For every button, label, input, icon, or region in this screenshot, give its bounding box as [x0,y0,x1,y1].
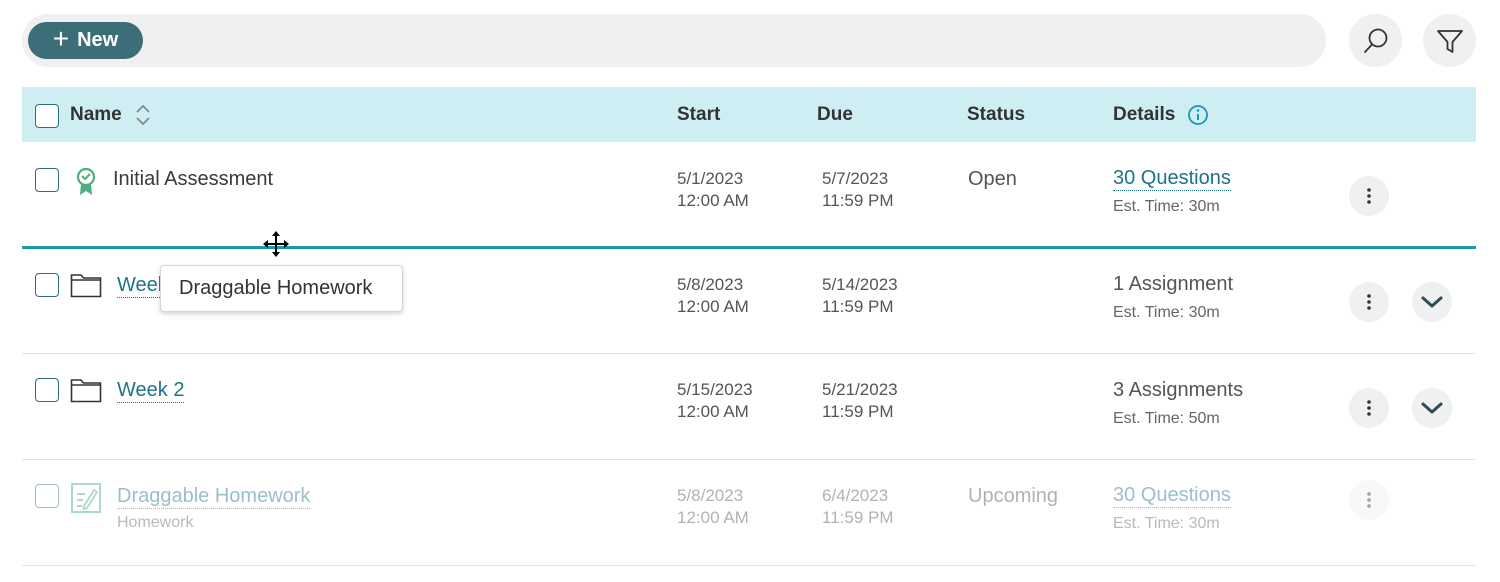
homework-icon [70,482,102,519]
row-menu-button[interactable] [1349,480,1389,520]
week-1-link[interactable]: Weel [117,274,163,298]
row-menu-button[interactable] [1349,388,1389,428]
kebab-icon [1367,294,1371,310]
row-checkbox[interactable] [35,168,59,192]
details-cell: 30 Questions Est. Time: 30m [1113,167,1231,216]
drop-indicator [22,246,1476,249]
info-icon[interactable] [1187,104,1209,126]
toolbar: + New [22,14,1326,67]
questions-link[interactable]: 30 Questions [1113,484,1231,508]
table-header: Name Start Due Status Details [22,87,1476,142]
details-cell: 30 Questions Est. Time: 30m [1113,484,1231,533]
assignment-count: 1 Assignment [1113,273,1234,295]
est-time: Est. Time: 50m [1113,410,1220,427]
row-title: Draggable Homework Homework [117,485,311,532]
header-details: Details [1113,87,1209,142]
kebab-icon [1367,400,1371,416]
kebab-icon [1367,492,1371,508]
row-menu-button[interactable] [1349,282,1389,322]
row-checkbox[interactable] [35,273,59,297]
header-name[interactable]: Name [70,87,152,142]
row-title: Initial Assessment [113,168,274,190]
est-time: Est. Time: 30m [1113,198,1220,215]
assignment-count: 3 Assignments [1113,379,1244,401]
start-date: 5/8/2023 12:00 AM [677,486,749,527]
row-divider [22,459,1476,460]
folder-icon [70,272,102,303]
row-title: Week 2 [117,379,185,403]
filter-button[interactable] [1423,14,1476,67]
row-checkbox[interactable] [35,378,59,402]
new-button-label: New [77,29,119,51]
search-icon [1363,28,1387,53]
chevron-down-icon [1421,402,1443,414]
due-date: 5/7/2023 11:59 PM [822,169,894,210]
plus-icon: + [52,23,70,54]
details-cell: 1 Assignment Est. Time: 30m [1113,273,1233,322]
status-text: Open [968,168,1017,190]
header-status: Status [967,103,1026,125]
header-start: Start [677,103,721,125]
week-2-link[interactable]: Week 2 [117,379,185,403]
row-divider [22,353,1476,354]
details-cell: 3 Assignments Est. Time: 50m [1113,379,1243,428]
due-date: 5/21/2023 11:59 PM [822,380,898,421]
questions-link[interactable]: 30 Questions [1113,167,1231,191]
move-cursor-icon [263,231,289,262]
assessment-badge-icon [74,166,98,203]
status-text: Upcoming [968,485,1059,507]
expand-button[interactable] [1412,282,1452,322]
row-title: Weel [117,274,163,298]
homework-link[interactable]: Draggable Homework [117,485,311,509]
new-button[interactable]: + New [28,22,143,59]
row-checkbox[interactable] [35,484,59,508]
start-date: 5/15/2023 12:00 AM [677,380,753,421]
chevron-down-icon [1421,296,1443,308]
filter-icon [1436,29,1463,53]
drag-tooltip: Draggable Homework [160,265,403,312]
row-subtitle: Homework [117,514,194,531]
select-all-checkbox[interactable] [35,104,59,128]
folder-icon [70,377,102,408]
kebab-icon [1367,188,1371,204]
row-menu-button[interactable] [1349,176,1389,216]
start-date: 5/8/2023 12:00 AM [677,275,749,316]
row-divider [22,565,1476,566]
due-date: 5/14/2023 11:59 PM [822,275,898,316]
sort-icon[interactable] [134,103,152,127]
due-date: 6/4/2023 11:59 PM [822,486,894,527]
est-time: Est. Time: 30m [1113,304,1220,321]
start-date: 5/1/2023 12:00 AM [677,169,749,210]
header-due: Due [817,103,853,125]
expand-button[interactable] [1412,388,1452,428]
search-button[interactable] [1349,14,1402,67]
est-time: Est. Time: 30m [1113,515,1220,532]
